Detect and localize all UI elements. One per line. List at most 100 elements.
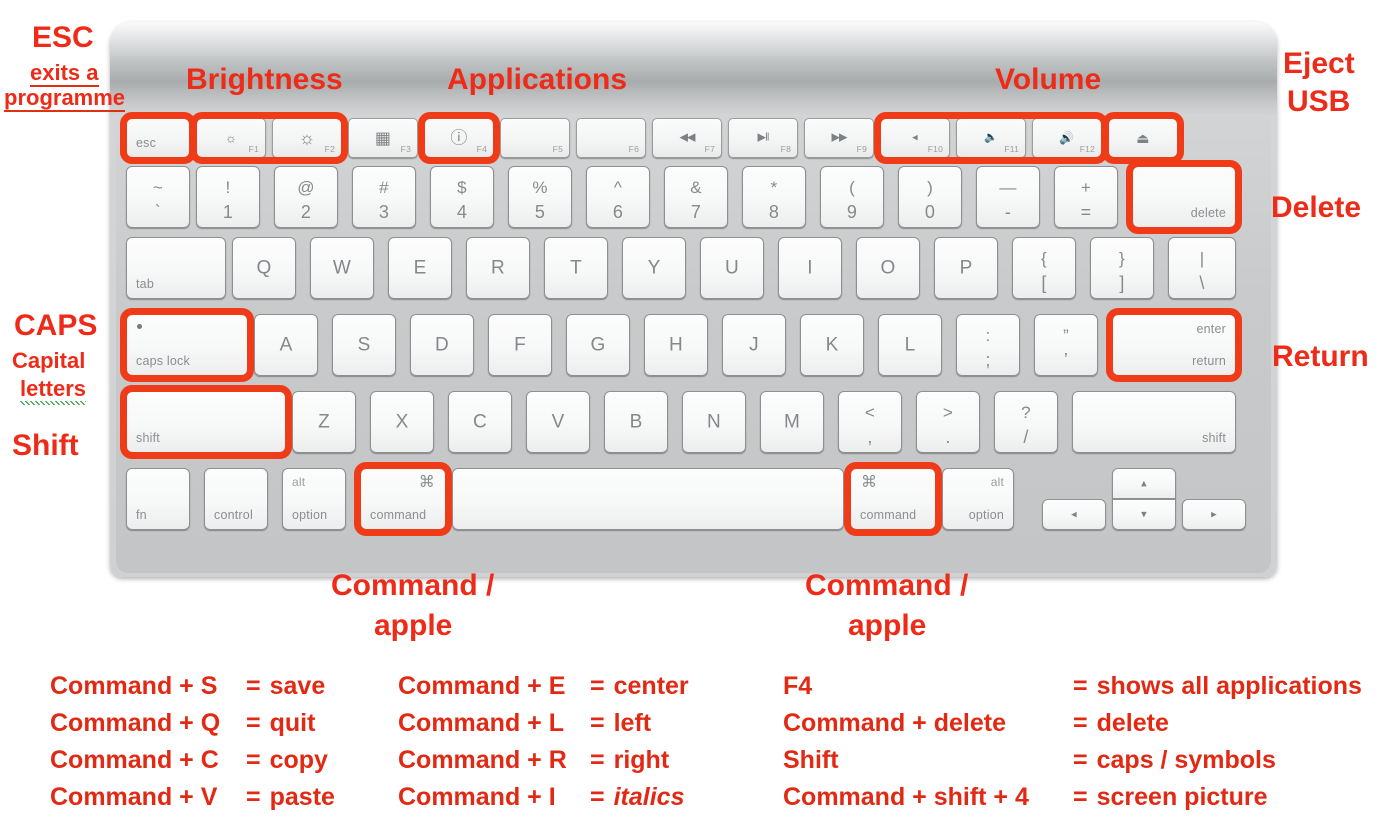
key-shift-left[interactable]: shift xyxy=(126,391,286,453)
key-m[interactable]: M xyxy=(760,391,824,453)
key-arrow-left[interactable]: ◂ xyxy=(1042,499,1106,530)
key-y[interactable]: Y xyxy=(622,237,686,299)
key-7[interactable]: & 7 xyxy=(664,166,728,228)
key-arrow-right[interactable]: ▸ xyxy=(1182,499,1246,530)
key-option-right[interactable]: alt option xyxy=(942,468,1014,530)
key-j[interactable]: J xyxy=(722,314,786,376)
key-6[interactable]: ^ 6 xyxy=(586,166,650,228)
key-comma[interactable]: < , xyxy=(838,391,902,453)
key-equals[interactable]: + = xyxy=(1054,166,1118,228)
shortcut-row: Command + Q = quit xyxy=(50,709,335,746)
shortcut-equals: = xyxy=(590,783,605,811)
key-quote[interactable]: ” ’ xyxy=(1034,314,1098,376)
key-2[interactable]: @ 2 xyxy=(274,166,338,228)
key-8[interactable]: * 8 xyxy=(742,166,806,228)
shortcut-keys: Command + R xyxy=(398,746,567,774)
key-f2-brightness-up[interactable]: ☼ F2 xyxy=(272,118,342,158)
key-return-label: return xyxy=(1192,353,1226,368)
key-f11-volume-down[interactable]: 🔈 F11 xyxy=(956,118,1026,158)
key-esc[interactable]: esc xyxy=(126,118,190,158)
key-v[interactable]: V xyxy=(526,391,590,453)
key-tab[interactable]: tab xyxy=(126,237,226,299)
key-d[interactable]: D xyxy=(410,314,474,376)
key-r[interactable]: R xyxy=(466,237,530,299)
key-backslash[interactable]: | \ xyxy=(1168,237,1236,299)
key-3[interactable]: # 3 xyxy=(352,166,416,228)
key-tilde[interactable]: ~ ` xyxy=(126,166,190,228)
key-a[interactable]: A xyxy=(254,314,318,376)
key-f9-fast-forward[interactable]: ▶▶ F9 xyxy=(804,118,874,158)
key-h[interactable]: H xyxy=(644,314,708,376)
shortcut-action: paste xyxy=(269,783,335,811)
key-0[interactable]: ) 0 xyxy=(898,166,962,228)
key-k[interactable]: K xyxy=(800,314,864,376)
key-f8-play-pause[interactable]: ▶‖ F8 xyxy=(728,118,798,158)
key-w[interactable]: W xyxy=(310,237,374,299)
key-caps-lock[interactable]: caps lock xyxy=(126,314,248,376)
shortcut-action: shows all applications xyxy=(1096,672,1362,700)
key-semicolon[interactable]: : ; xyxy=(956,314,1020,376)
key-p[interactable]: P xyxy=(934,237,998,299)
key-f12-volume-up[interactable]: 🔊 F12 xyxy=(1032,118,1102,158)
key-4[interactable]: $ 4 xyxy=(430,166,494,228)
key-arrow-up[interactable]: ▴ xyxy=(1112,468,1176,499)
key-1[interactable]: ! 1 xyxy=(196,166,260,228)
shortcut-action: copy xyxy=(269,746,328,774)
key-t[interactable]: T xyxy=(544,237,608,299)
key-f5[interactable]: F5 xyxy=(500,118,570,158)
key-b[interactable]: B xyxy=(604,391,668,453)
key-space[interactable] xyxy=(452,468,844,530)
key-option-left-alt-label: alt xyxy=(292,475,306,489)
key-f3-mission-control[interactable]: ▦ F3 xyxy=(348,118,418,158)
key-command-left[interactable]: ⌘ command xyxy=(360,468,446,530)
key-n[interactable]: N xyxy=(682,391,746,453)
key-f1-brightness-down[interactable]: ☼ F1 xyxy=(196,118,266,158)
key-period[interactable]: > . xyxy=(916,391,980,453)
key-i[interactable]: I xyxy=(778,237,842,299)
key-0-base: 0 xyxy=(924,202,936,222)
key-s[interactable]: S xyxy=(332,314,396,376)
key-z[interactable]: Z xyxy=(292,391,356,453)
key-command-right[interactable]: ⌘ command xyxy=(850,468,936,530)
key-o[interactable]: O xyxy=(856,237,920,299)
shortcut-action: center xyxy=(613,672,689,700)
key-fn[interactable]: fn xyxy=(126,468,190,530)
key-f4-launchpad[interactable]: ⓘ F4 xyxy=(424,118,494,158)
key-g[interactable]: G xyxy=(566,314,630,376)
key-f[interactable]: F xyxy=(488,314,552,376)
key-arrow-down[interactable]: ▾ xyxy=(1112,499,1176,530)
key-u[interactable]: U xyxy=(700,237,764,299)
key-comma-shift: < xyxy=(864,403,876,422)
key-shift-right[interactable]: shift xyxy=(1072,391,1236,453)
key-z-label: Z xyxy=(318,411,330,433)
key-control[interactable]: control xyxy=(204,468,268,530)
shortcut-column-2: Command + E = center Command + L = left … xyxy=(398,672,689,820)
key-l[interactable]: L xyxy=(878,314,942,376)
key-c[interactable]: C xyxy=(448,391,512,453)
key-bracket-right[interactable]: } ] xyxy=(1090,237,1154,299)
key-fn-label: fn xyxy=(136,507,147,522)
key-p-label: P xyxy=(959,257,973,279)
key-h-label: H xyxy=(669,334,683,356)
key-q[interactable]: Q xyxy=(232,237,296,299)
key-option-left[interactable]: alt option xyxy=(282,468,346,530)
key-g-label: G xyxy=(590,334,606,356)
key-5[interactable]: % 5 xyxy=(508,166,572,228)
key-f6[interactable]: F6 xyxy=(576,118,646,158)
key-x[interactable]: X xyxy=(370,391,434,453)
key-f10-volume-mute[interactable]: ◂ F10 xyxy=(880,118,950,158)
key-slash[interactable]: ? / xyxy=(994,391,1058,453)
shortcut-action: right xyxy=(613,746,670,774)
key-eject[interactable]: ⏏ xyxy=(1108,118,1178,158)
key-return[interactable]: enter return xyxy=(1112,314,1236,376)
shortcut-equals: = xyxy=(246,783,261,811)
key-b-label: B xyxy=(629,411,643,433)
key-bracket-left-base: [ xyxy=(1041,273,1047,293)
key-f7-rewind[interactable]: ◀◀ F7 xyxy=(652,118,722,158)
key-9[interactable]: ( 9 xyxy=(820,166,884,228)
key-bracket-left[interactable]: { [ xyxy=(1012,237,1076,299)
key-tilde-base: ` xyxy=(154,202,162,222)
key-minus[interactable]: — - xyxy=(976,166,1040,228)
key-delete[interactable]: delete xyxy=(1132,166,1236,228)
key-e[interactable]: E xyxy=(388,237,452,299)
